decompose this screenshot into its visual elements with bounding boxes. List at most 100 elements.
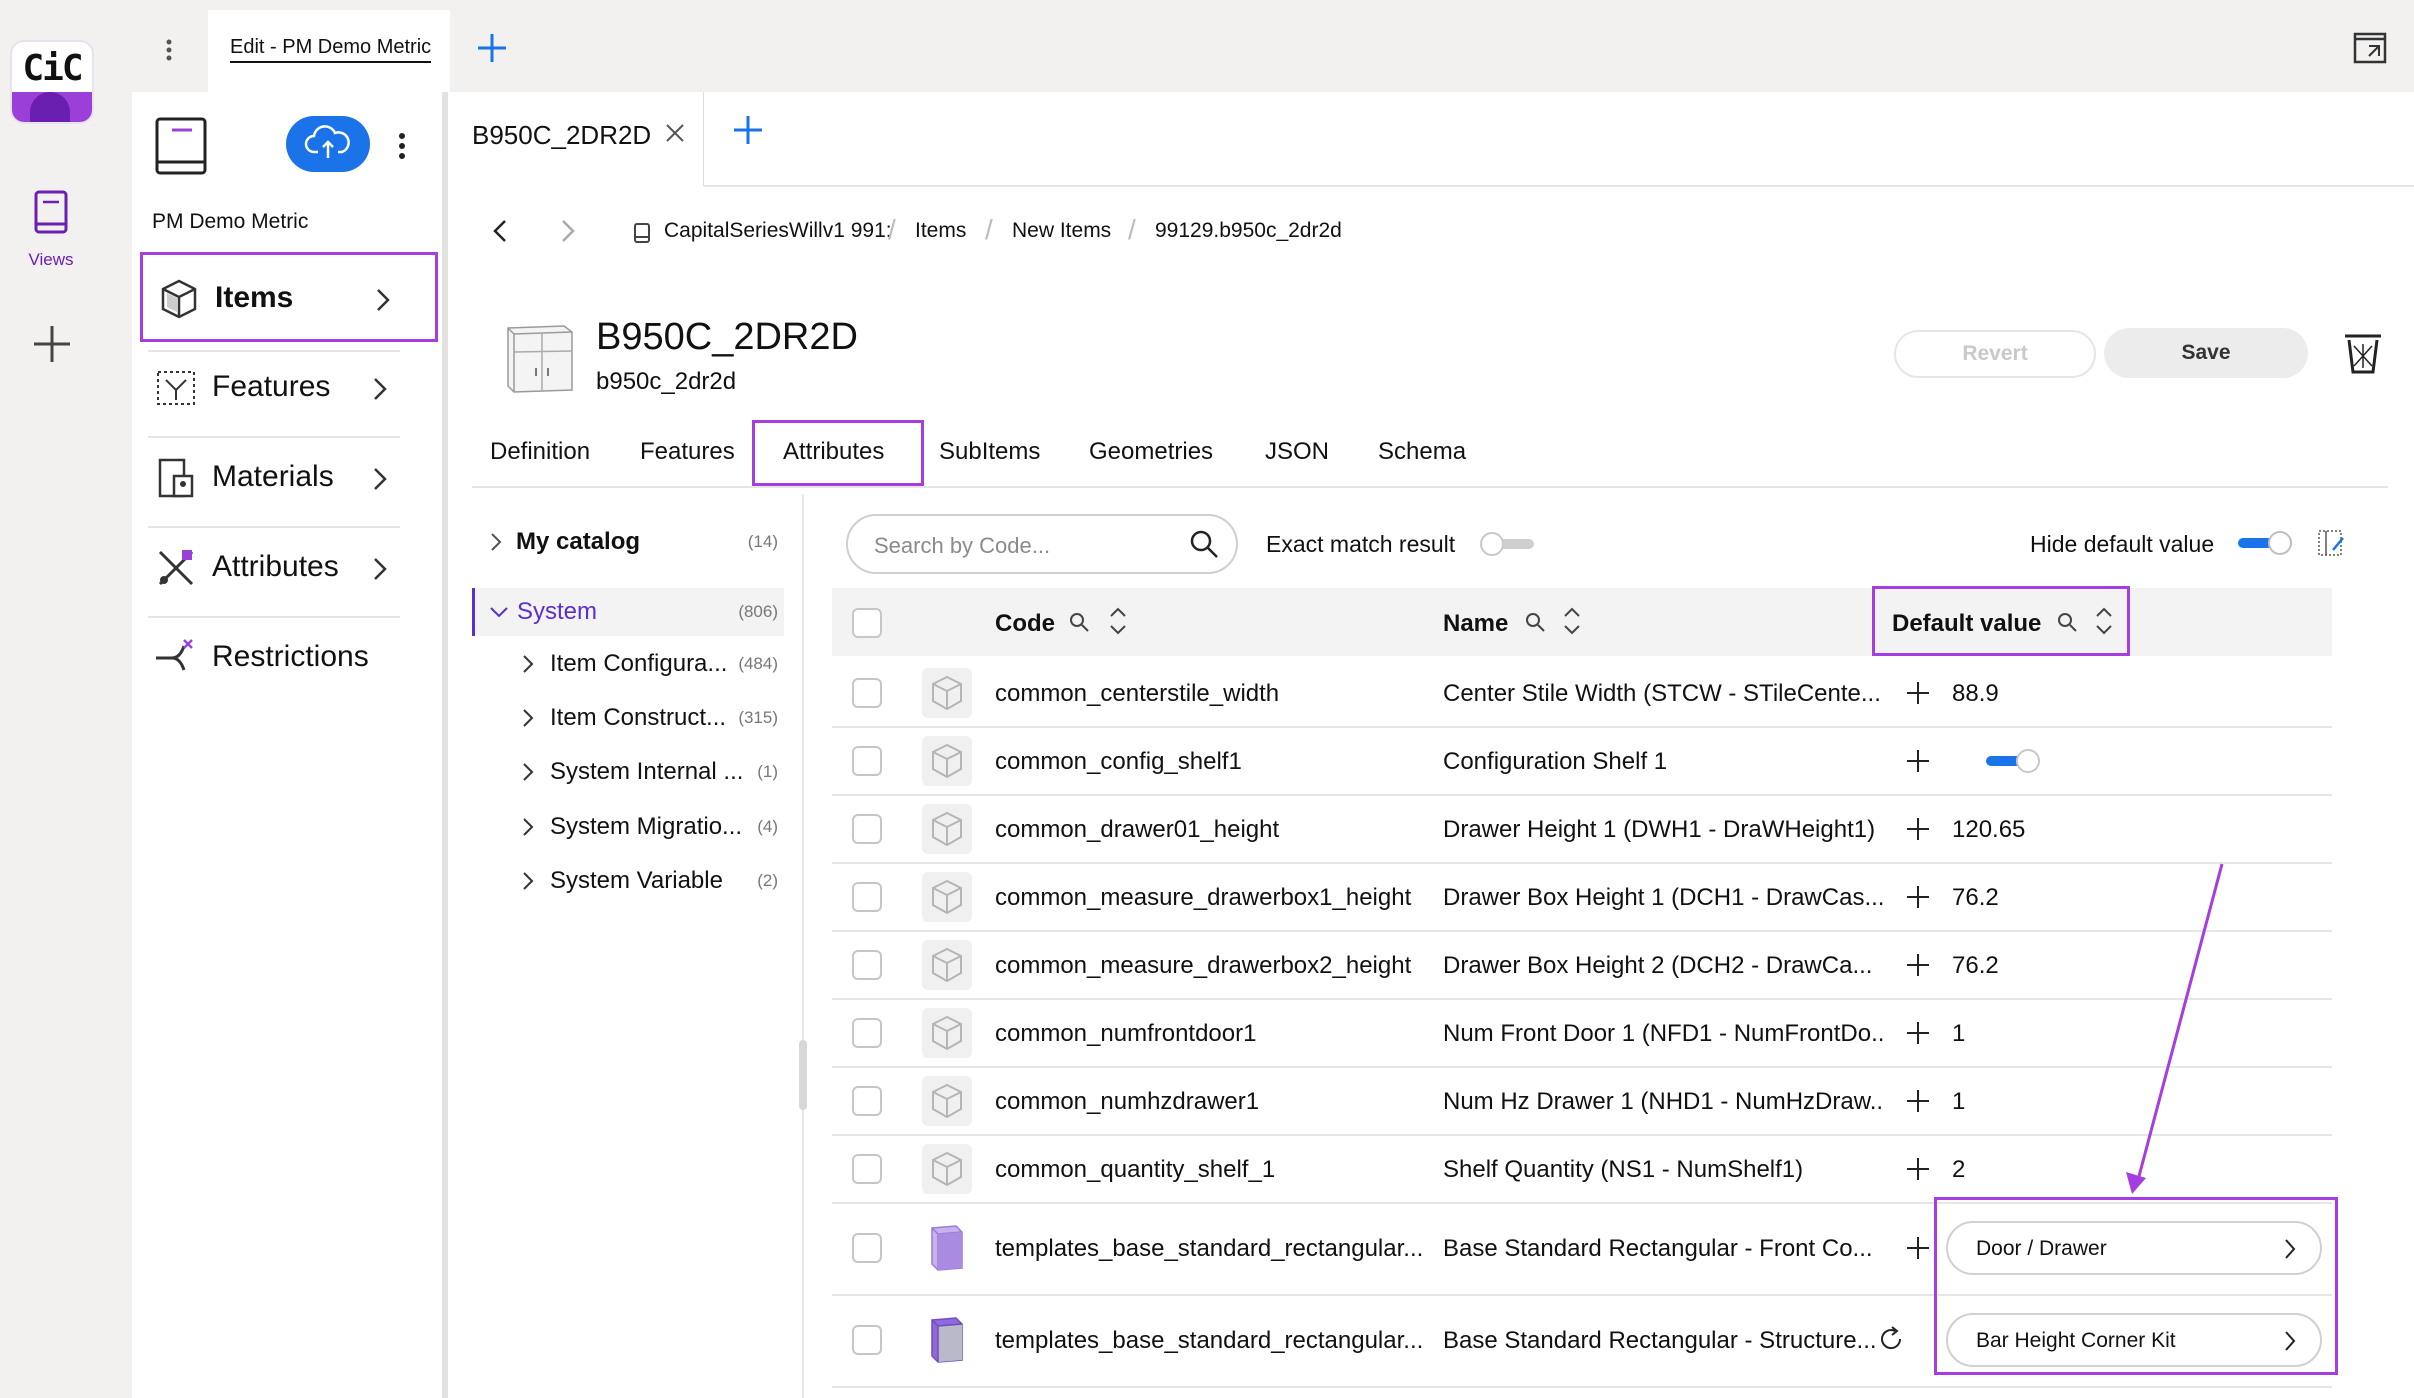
book-icon xyxy=(632,222,652,244)
publish-button[interactable] xyxy=(286,116,370,172)
nav-item-items[interactable]: Items xyxy=(140,252,438,342)
breadcrumb-new-items[interactable]: New Items xyxy=(1012,219,1111,243)
tree-count: (14) xyxy=(747,532,778,551)
tab-schema[interactable]: Schema xyxy=(1378,438,1466,466)
cell-default-toggle[interactable] xyxy=(1986,749,2040,773)
breadcrumb-catalog[interactable]: CapitalSeriesWillv1 991: xyxy=(664,219,892,243)
chevron-right-icon xyxy=(523,655,534,673)
tree-splitter xyxy=(802,494,804,1398)
tree-item-child[interactable]: System Migratio... (4) xyxy=(472,803,784,851)
column-header-name[interactable]: Name xyxy=(1443,610,1508,638)
row-checkbox[interactable] xyxy=(852,1086,882,1116)
cell-default-value[interactable]: 2 xyxy=(1952,1156,2072,1184)
close-tab-button[interactable] xyxy=(664,122,686,144)
chevron-right-icon xyxy=(374,468,387,490)
plus-icon[interactable] xyxy=(1905,816,1931,842)
cell-default-value[interactable]: 1 xyxy=(1952,1020,2072,1048)
cell-default-value[interactable]: 1 xyxy=(1952,1088,2072,1116)
delete-button[interactable] xyxy=(2342,330,2384,376)
select-all-checkbox[interactable] xyxy=(852,608,882,638)
exact-match-toggle[interactable] xyxy=(1480,532,1534,556)
breadcrumb-items[interactable]: Items xyxy=(915,219,966,243)
forward-button[interactable] xyxy=(556,214,580,248)
search-input[interactable] xyxy=(872,528,1176,564)
row-checkbox[interactable] xyxy=(852,950,882,980)
restrictions-icon xyxy=(156,639,193,671)
panel-kebab-menu[interactable] xyxy=(392,124,412,168)
selector-highlight xyxy=(1934,1197,2338,1375)
hide-default-toggle[interactable] xyxy=(2238,531,2292,555)
save-button[interactable]: Save xyxy=(2104,328,2308,378)
cell-code: common_measure_drawerbox1_height xyxy=(995,884,1412,911)
cell-code: templates_base_standard_rectangular... xyxy=(995,1235,1424,1262)
plus-icon[interactable] xyxy=(1905,1020,1931,1046)
plus-icon[interactable] xyxy=(1905,884,1931,910)
app-logo[interactable]: CiC xyxy=(10,40,94,124)
plus-icon[interactable] xyxy=(1905,1235,1931,1261)
cube-icon xyxy=(922,668,972,718)
plus-icon[interactable] xyxy=(1905,952,1931,978)
hide-default-label: Hide default value xyxy=(2030,531,2215,557)
tab-features[interactable]: Features xyxy=(640,438,735,466)
add-item-tab-button[interactable] xyxy=(730,112,766,148)
search-icon[interactable] xyxy=(1188,528,1220,560)
search-icon[interactable] xyxy=(1524,611,1546,633)
breadcrumb-separator: / xyxy=(888,214,896,245)
row-checkbox[interactable] xyxy=(852,882,882,912)
cell-default-value[interactable]: 120.65 xyxy=(1952,816,2072,844)
nav-item-materials[interactable]: Materials xyxy=(140,434,438,524)
tab-subitems[interactable]: SubItems xyxy=(939,438,1040,466)
tree-item-child[interactable]: System Variable (2) xyxy=(472,857,784,905)
back-button[interactable] xyxy=(488,214,512,248)
maximize-button[interactable] xyxy=(2352,30,2388,66)
cell-default-value[interactable]: 76.2 xyxy=(1952,884,2072,912)
tree-item-my-catalog[interactable]: My catalog (14) xyxy=(472,518,784,566)
row-checkbox[interactable] xyxy=(852,746,882,776)
nav-item-restrictions[interactable]: Restrictions xyxy=(140,614,438,704)
tree-item-child[interactable]: Item Construct... (315) xyxy=(472,694,784,742)
sort-icon[interactable] xyxy=(1562,604,1582,638)
row-checkbox[interactable] xyxy=(852,1154,882,1184)
plus-icon[interactable] xyxy=(1905,748,1931,774)
row-checkbox[interactable] xyxy=(852,678,882,708)
tab-geometries[interactable]: Geometries xyxy=(1089,438,1213,466)
cell-default-value[interactable]: 76.2 xyxy=(1952,952,2072,980)
revert-button[interactable]: Revert xyxy=(1894,330,2096,378)
splitter-handle[interactable] xyxy=(799,1040,807,1110)
tab-edit-pm-demo[interactable]: Edit - PM Demo Metric xyxy=(208,10,450,92)
reset-icon[interactable] xyxy=(1876,1324,1906,1354)
tree-label: Item Construct... xyxy=(550,704,727,731)
tree-item-child[interactable]: Item Configura... (484) xyxy=(472,640,784,688)
row-checkbox[interactable] xyxy=(852,1325,882,1355)
add-view-button[interactable] xyxy=(26,318,78,370)
row-checkbox[interactable] xyxy=(852,1018,882,1048)
nav-item-label: Attributes xyxy=(212,550,339,583)
cube-icon xyxy=(922,1144,972,1194)
chevron-right-icon xyxy=(374,378,387,400)
tree-item-system[interactable]: System (806) xyxy=(472,588,784,636)
column-header-code[interactable]: Code xyxy=(995,610,1055,638)
nav-item-attributes[interactable]: Attributes xyxy=(140,524,438,614)
plus-icon[interactable] xyxy=(1905,680,1931,706)
nav-item-features[interactable]: Features xyxy=(140,344,438,434)
columns-settings-button[interactable] xyxy=(2316,528,2346,558)
breadcrumb-separator: / xyxy=(985,214,993,245)
sort-icon[interactable] xyxy=(1108,604,1128,638)
tab-definition[interactable]: Definition xyxy=(490,438,590,466)
search-icon[interactable] xyxy=(1068,611,1090,633)
plus-icon xyxy=(734,116,762,144)
plus-icon[interactable] xyxy=(1905,1156,1931,1182)
row-checkbox[interactable] xyxy=(852,1233,882,1263)
plus-icon[interactable] xyxy=(1905,1088,1931,1114)
tree-label: My catalog xyxy=(516,528,641,555)
tab-json[interactable]: JSON xyxy=(1265,438,1329,466)
top-kebab-menu[interactable] xyxy=(152,28,186,72)
tree-item-child[interactable]: System Internal ... (1) xyxy=(472,748,784,796)
row-checkbox[interactable] xyxy=(852,814,882,844)
chevron-left-icon xyxy=(493,220,506,242)
cell-default-value[interactable]: 88.9 xyxy=(1952,680,2072,708)
chevron-right-icon xyxy=(491,533,502,551)
chevron-right-icon xyxy=(523,818,534,836)
search-field[interactable] xyxy=(846,514,1238,574)
add-top-tab-button[interactable] xyxy=(472,28,512,68)
